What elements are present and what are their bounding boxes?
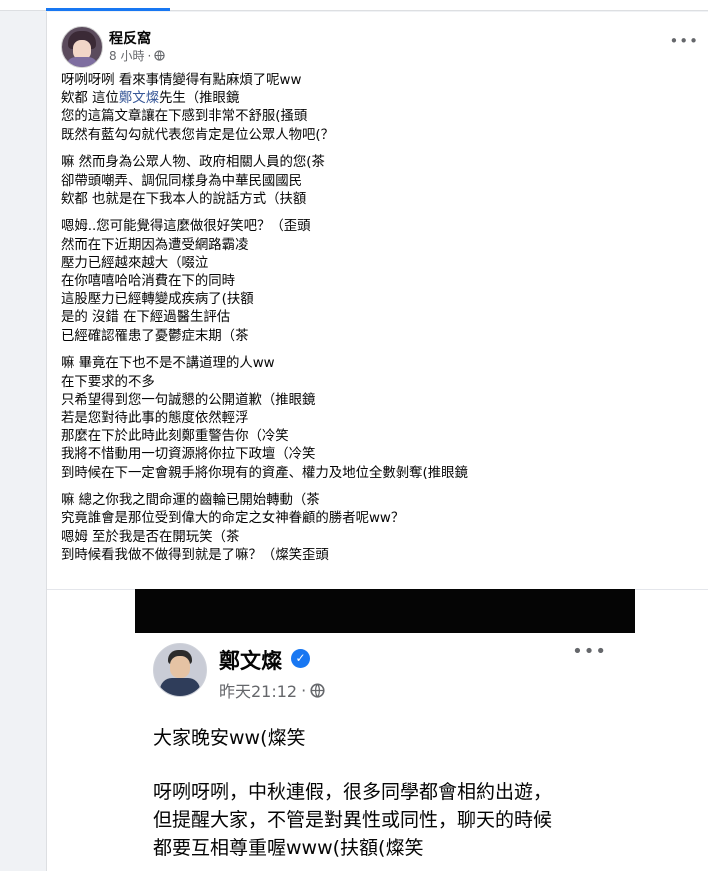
screenshot-greeting: 大家晚安ww(燦笑 (153, 727, 306, 749)
screenshot-time: 昨天21:12 (219, 682, 298, 701)
screenshot-line: 呀咧呀咧，中秋連假，很多同學都會相約出遊， (153, 781, 553, 803)
post-paragraph: 呀咧呀咧 看來事情變得有點麻煩了呢ww 欸都 這位鄭文燦先生（推眼鏡您的這篇文章讓… (61, 72, 701, 145)
screenshot-avatar (153, 643, 207, 697)
post-line: 到時候在下一定會親手將你現有的資產、權力及地位全數剝奪(推眼鏡 (61, 465, 468, 481)
globe-icon[interactable] (154, 50, 165, 61)
mention-link[interactable]: 鄭文燦 (119, 91, 159, 106)
screenshot-globe-icon (310, 682, 325, 698)
meta-separator: · (147, 48, 152, 63)
post-line: 嘛 然而身為公眾人物、政府相關人員的您(茶 (61, 155, 325, 171)
screenshot-body: 大家晚安ww(燦笑 呀咧呀咧，中秋連假，很多同學都會相約出遊， 但提醒大家，不管… (153, 723, 633, 862)
post-text: 呀咧呀咧 看來事情變得有點麻煩了呢ww 欸都 這位鄭文燦先生（推眼鏡您的這篇文章讓… (61, 72, 701, 575)
post-time[interactable]: 8 小時 (109, 47, 144, 64)
post-meta: 8 小時 · (109, 47, 165, 64)
post-line: 嘛 畢竟在下也不是不講道理的人ww (61, 356, 275, 372)
post-line: 壓力已經越來越大（啜泣 (61, 255, 209, 271)
post-line: 呀咧呀咧 看來事情變得有點麻煩了呢ww (61, 73, 302, 88)
screenshot-more-icon: ••• (572, 641, 607, 662)
post-line: 嘛 總之你我之間命運的齒輪已開始轉動（茶 (61, 493, 320, 509)
post-line: 嗯姆..您可能覺得這麼做很好笑吧？（歪頭 (61, 219, 311, 235)
post-paragraph: 嘛 總之你我之間命運的齒輪已開始轉動（茶究竟誰會是那位受到偉大的命定之女神眷顧的… (61, 492, 701, 565)
post-line: 然而在下近期因為遭受網路霸凌 (61, 237, 249, 253)
post-line: 嗯姆 至於我是否在開玩笑（茶 (61, 529, 240, 545)
censor-bar (135, 589, 635, 633)
post-paragraph: 嘛 然而身為公眾人物、政府相關人員的您(茶 卻帶頭嘲弄、調侃同樣身為中華民國國民欸… (61, 154, 701, 209)
post-line: 在下要求的不多 (61, 374, 155, 390)
post-card: 程反窩 8 小時 · ••• 呀咧呀咧 看來事情變得有點麻煩了呢ww 欸都 這位鄭… (46, 12, 708, 871)
author-avatar[interactable] (61, 26, 103, 68)
screenshot-avatar-body (160, 678, 200, 696)
screenshot-line: 但提醒大家，不管是對異性或同性，聊天的時候 (153, 809, 553, 831)
active-tab-indicator (46, 8, 170, 11)
embedded-screenshot[interactable]: 鄭文燦 ✓ ••• 昨天21:12 · 大家晚安ww(燦笑 呀咧呀咧，中秋連假，… (135, 589, 635, 871)
post-line: 卻帶頭嘲弄、調侃同樣身為中華民國國民 (61, 173, 303, 189)
screenshot-meta-separator: · (301, 680, 307, 700)
post-line: 既然有藍勾勾就代表您肯定是位公眾人物吧(？ (61, 127, 335, 143)
avatar-body (66, 57, 98, 67)
screenshot-author-name: 鄭文燦 (219, 649, 282, 673)
post-line: 在你嘻嘻哈哈消費在下的同時 (61, 274, 236, 290)
screenshot-line: 都要互相尊重喔www(扶額(燦笑 (153, 837, 424, 859)
post-line: 到時候看我做不做得到就是了嘛？（燦笑歪頭 (61, 547, 329, 563)
screenshot-avatar-face (170, 656, 190, 678)
author-name[interactable]: 程反窩 (109, 28, 151, 48)
more-options-icon[interactable]: ••• (669, 32, 699, 50)
verified-check-icon: ✓ (291, 649, 310, 668)
post-paragraph: 嗯姆..您可能覺得這麼做很好笑吧？（歪頭 然而在下近期因為遭受網路霸凌 壓力已經越來… (61, 218, 701, 345)
post-line: 我將不惜動用一切資源將你拉下政壇（冷笑 (61, 447, 316, 463)
post-paragraph: 嘛 畢竟在下也不是不講道理的人ww 在下要求的不多只希望得到您一句誠懇的公開道歉（… (61, 355, 701, 482)
post-line: 欸都 這位鄭文燦先生（推眼鏡 (61, 91, 240, 107)
post-line: 是的 沒錯 在下經過醫生評估 (61, 310, 231, 326)
post-line: 欸都 也就是在下我本人的說話方式（扶額 (61, 191, 307, 207)
post-line: 這股壓力已經轉變成疾病了(扶額 (61, 292, 254, 308)
post-line: 您的這篇文章讓在下感到非常不舒服(搔頭 (61, 109, 308, 125)
post-line: 已經確認罹患了憂鬱症末期（茶 (61, 328, 249, 344)
post-line: 只希望得到您一句誠懇的公開道歉（推眼鏡 (61, 392, 316, 408)
post-line: 那麼在下於此時此刻鄭重警告你（冷笑 (61, 429, 289, 445)
screenshot-meta: 昨天21:12 · (219, 678, 325, 702)
post-line: 若是您對待此事的態度依然輕浮 (61, 410, 249, 426)
post-line: 究竟誰會是那位受到偉大的命定之女神眷顧的勝者呢ww？ (61, 511, 405, 527)
